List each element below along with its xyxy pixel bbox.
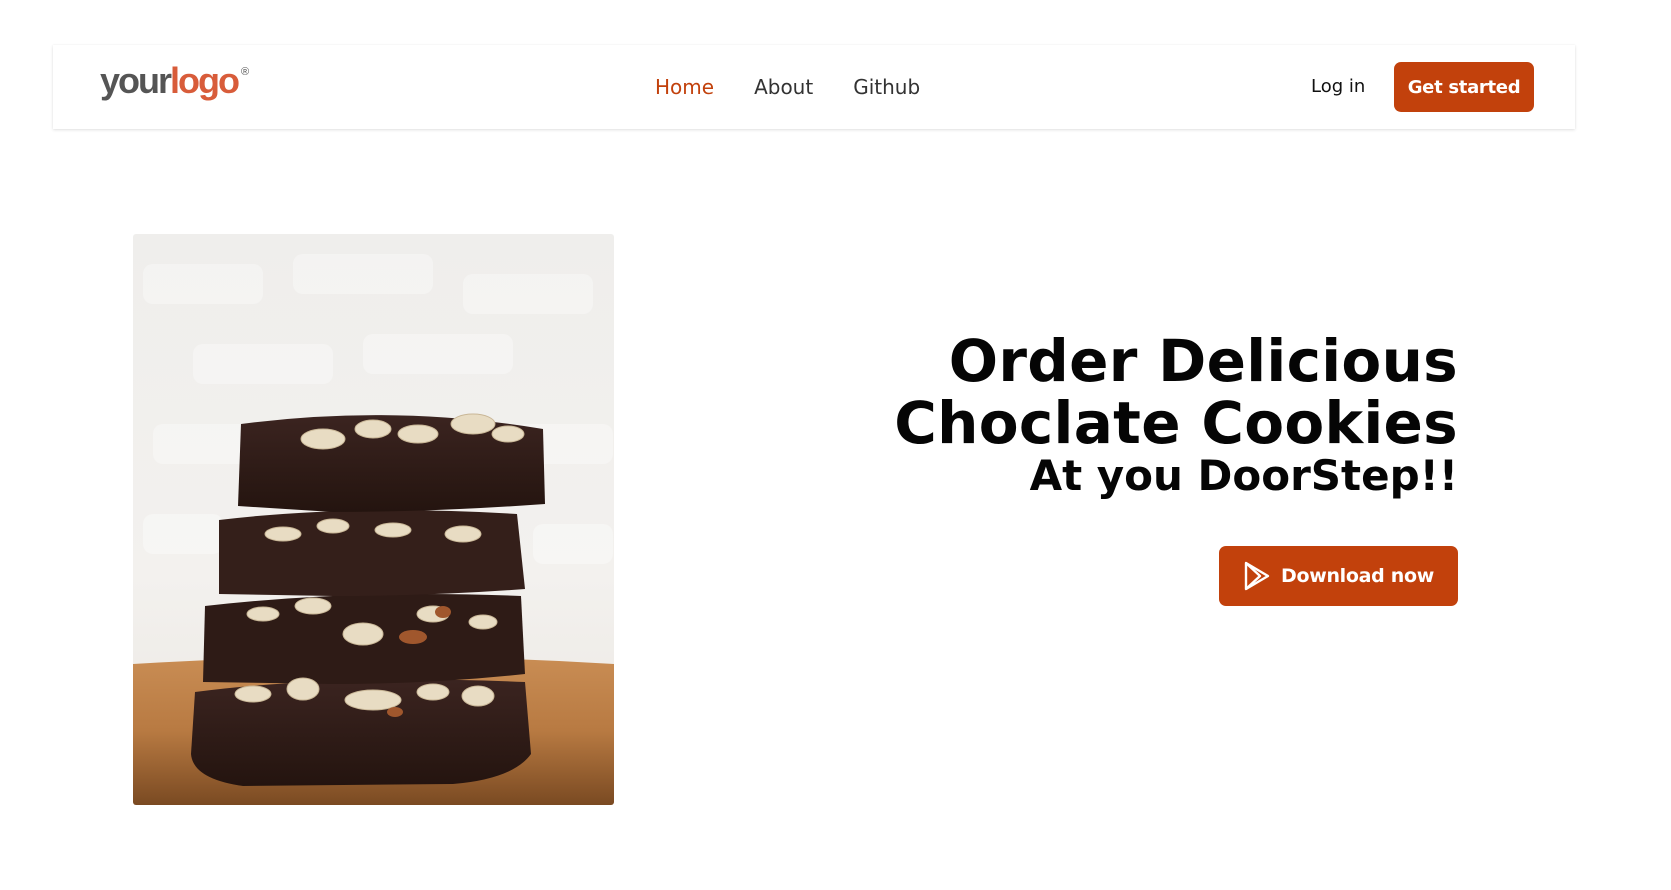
play-store-icon xyxy=(1243,561,1271,591)
cookie-stack-photo xyxy=(133,234,614,805)
logo-registered-mark: ® xyxy=(241,66,250,78)
download-now-label: Download now xyxy=(1280,565,1435,587)
nav-link-home[interactable]: Home xyxy=(655,75,714,99)
download-now-button[interactable]: Download now xyxy=(1219,546,1458,606)
hero-subheadline: At you DoorStep!! xyxy=(1029,451,1458,500)
logo[interactable]: yourlogo ® xyxy=(100,60,250,110)
hero-image xyxy=(133,234,614,805)
logo-text-logo: logo xyxy=(170,60,240,101)
get-started-button[interactable]: Get started xyxy=(1394,62,1534,112)
navbar: yourlogo ® Home About Github Log in Get s… xyxy=(53,45,1575,129)
hero-text: Order Delicious Choclate Cookies At you … xyxy=(700,330,1458,502)
nav-link-about[interactable]: About xyxy=(754,75,813,99)
logo-text-your: your xyxy=(100,60,172,101)
get-started-label: Get started xyxy=(1407,76,1521,98)
hero-headline: Order Delicious Choclate Cookies xyxy=(894,327,1458,457)
login-link[interactable]: Log in xyxy=(1311,45,1365,129)
nav-link-github[interactable]: Github xyxy=(853,75,920,99)
main-nav: Home About Github xyxy=(655,45,920,129)
